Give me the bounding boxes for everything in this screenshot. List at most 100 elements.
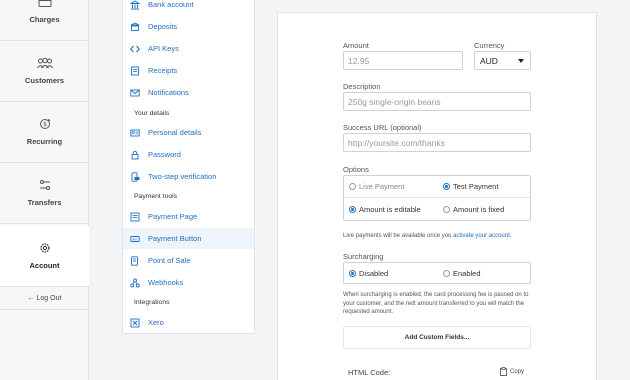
radio-circle [443, 183, 450, 190]
settings-item-label: Notifications [148, 88, 189, 97]
copy-label: Copy [510, 368, 525, 375]
radio-label: Live Payment [359, 182, 405, 191]
live-payment-radio[interactable]: Live Payment [349, 182, 404, 191]
nav-item-customers[interactable]: Customers [0, 41, 89, 102]
surcharge-note-line: When surcharging is enabled, the card pr… [343, 292, 529, 298]
test-payment-radio[interactable]: Test Payment [443, 182, 498, 191]
settings-item-deposits[interactable]: Deposits [123, 16, 254, 37]
pos-icon [131, 255, 138, 266]
options-divider [344, 197, 530, 198]
logout-link[interactable]: ← Log Out [0, 288, 89, 310]
radio-circle [349, 270, 356, 277]
phone-icon [131, 171, 140, 182]
settings-item-payment-button[interactable]: PAY Payment Button [123, 228, 254, 249]
main-nav: Charges Customers $ Recurring Transfers … [0, 0, 89, 380]
settings-heading-integrations: Integrations [134, 299, 170, 306]
success-url-label: Success URL (optional) [343, 123, 422, 132]
settings-menu: Bank account Deposits API Keys Receipts … [122, 0, 255, 334]
surcharge-note: When surcharging is enabled, the card pr… [343, 291, 543, 317]
amount-fixed-radio[interactable]: Amount is fixed [443, 205, 504, 214]
gear-icon [39, 243, 50, 253]
receipt-icon [131, 66, 139, 75]
settings-item-label: Bank account [148, 0, 194, 9]
settings-item-label: Payment Button [148, 234, 202, 243]
svg-text:PAY: PAY [132, 237, 137, 241]
recurring-icon: $ [39, 118, 50, 129]
radio-circle [349, 206, 356, 213]
surcharging-enabled-radio[interactable]: Enabled [443, 269, 481, 278]
page-icon [130, 212, 140, 221]
live-note-suffix: . [509, 233, 512, 239]
success-url-input[interactable]: http://yoursite.com/thanks [343, 133, 531, 152]
settings-item-point-of-sale[interactable]: Point of Sale [123, 250, 254, 271]
nav-label: Account [29, 261, 60, 270]
surcharging-disabled-radio[interactable]: Disabled [349, 269, 388, 278]
currency-label: Currency [474, 41, 505, 50]
currency-value: AUD [480, 55, 498, 66]
currency-select[interactable]: AUD [474, 51, 531, 70]
settings-item-payment-page[interactable]: Payment Page [123, 206, 254, 227]
nav-item-transfers[interactable]: Transfers [0, 163, 89, 224]
live-payments-note: Live payments will be available once you… [343, 232, 511, 241]
nav-item-charges[interactable]: Charges [0, 0, 89, 41]
radio-label: Test Payment [453, 182, 499, 191]
nav-label: Charges [29, 15, 60, 24]
radio-circle [443, 270, 450, 277]
settings-item-xero[interactable]: Xero [123, 312, 254, 333]
live-note-text: Live payments will be available once you [343, 233, 452, 239]
settings-item-label: Payment Page [148, 212, 198, 221]
settings-item-api-keys[interactable]: API Keys [123, 38, 254, 59]
settings-item-password[interactable]: Password [123, 144, 254, 165]
settings-item-two-step-verification[interactable]: Two-step verification [123, 166, 254, 187]
settings-item-receipts[interactable]: Receipts [123, 60, 254, 81]
settings-item-bank-account[interactable]: Bank account [123, 0, 254, 15]
add-custom-fields-button[interactable]: Add Custom Fields... [343, 326, 531, 349]
nav-item-account[interactable]: Account [0, 226, 89, 287]
settings-item-personal-details[interactable]: Personal details [123, 122, 254, 143]
settings-item-label: Personal details [148, 128, 202, 137]
activate-account-link[interactable]: activate your account [453, 233, 510, 239]
clipboard-icon [500, 367, 507, 376]
amount-input[interactable]: 12.95 [343, 51, 463, 70]
copy-button[interactable]: Copy [500, 367, 524, 376]
settings-item-notifications[interactable]: Notifications [123, 82, 254, 103]
amount-editable-radio[interactable]: Amount is editable [349, 205, 421, 214]
radio-circle [443, 206, 450, 213]
settings-item-label: Point of Sale [148, 256, 191, 265]
surcharge-note-line: your customer, and the nett amount trans… [343, 300, 525, 307]
surcharge-note-line: requested amount. [343, 309, 394, 315]
radio-label: Disabled [359, 269, 389, 278]
settings-item-label: Deposits [148, 22, 178, 31]
nav-item-recurring[interactable]: $ Recurring [0, 102, 89, 163]
settings-item-label: Xero [148, 318, 164, 327]
radio-label: Amount is fixed [453, 205, 505, 214]
id-card-icon [130, 129, 140, 136]
html-code-label: HTML Code: [348, 368, 391, 377]
people-icon [36, 57, 53, 69]
surcharging-label: Surcharging [343, 252, 384, 261]
transfers-icon [39, 180, 50, 190]
settings-item-webhooks[interactable]: Webhooks [123, 272, 254, 293]
settings-heading-payment-tools: Payment tools [134, 193, 178, 200]
description-input[interactable]: 250g single-origin beans [343, 92, 531, 111]
amount-label: Amount [343, 41, 369, 50]
svg-text:$: $ [43, 121, 47, 128]
button-icon: PAY [130, 235, 140, 242]
settings-item-label: Receipts [148, 66, 178, 75]
settings-item-label: Webhooks [148, 278, 184, 287]
settings-item-label: API Keys [148, 44, 179, 53]
nav-label: Customers [24, 76, 65, 85]
chevron-down-icon [518, 59, 524, 63]
bank-icon [130, 0, 140, 9]
deposits-icon [130, 21, 140, 31]
radio-label: Amount is editable [359, 205, 421, 214]
radio-label: Enabled [453, 269, 481, 278]
settings-item-label: Password [148, 150, 181, 159]
options-label: Options [343, 165, 369, 174]
xero-icon [130, 318, 140, 327]
webhook-icon [130, 278, 140, 287]
nav-label: Recurring [26, 137, 63, 146]
panel-top-gap [277, 0, 597, 12]
settings-heading-your-details: Your details [134, 110, 170, 117]
settings-item-label: Two-step verification [148, 172, 217, 181]
